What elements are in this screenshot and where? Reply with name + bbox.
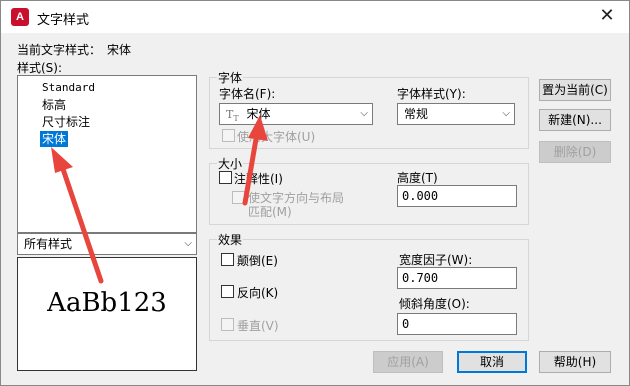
style-item-songti[interactable]: 宋体 <box>40 131 69 147</box>
current-style-value: 宋体 <box>107 43 132 57</box>
style-filter-dropdown[interactable]: 所有样式 ⌵ <box>17 233 197 255</box>
height-input[interactable]: 0.000 <box>397 185 517 207</box>
width-factor-input[interactable]: 0.700 <box>397 267 517 289</box>
oblique-angle-input[interactable]: 0 <box>397 313 517 335</box>
backwards-label: 反向(K) <box>237 286 279 300</box>
font-name-value: 宋体 <box>246 107 271 121</box>
styles-list-label: 样式(S): <box>17 61 63 75</box>
upside-down-label: 颠倒(E) <box>237 254 278 268</box>
upside-down-checkbox[interactable] <box>221 253 234 266</box>
font-style-value: 常规 <box>404 107 429 121</box>
style-item-dimension[interactable]: 尺寸标注 <box>40 114 92 130</box>
effects-group-label: 效果 <box>217 231 244 248</box>
apply-button[interactable]: 应用(A) <box>373 351 443 373</box>
match-orientation-checkbox[interactable] <box>232 191 245 204</box>
style-filter-value: 所有样式 <box>24 237 73 251</box>
close-icon: ✕ <box>599 5 615 26</box>
new-style-button[interactable]: 新建(N)... <box>539 109 611 131</box>
font-name-label: 字体名(F): <box>219 87 276 101</box>
height-label: 高度(T) <box>397 171 438 185</box>
autocad-app-icon: A <box>11 8 29 26</box>
current-style-label: 当前文字样式： <box>17 43 102 57</box>
styles-listbox[interactable]: Standard 标高 尺寸标注 宋体 <box>17 75 197 233</box>
font-name-dropdown[interactable]: TT 宋体 ⌵ <box>219 103 373 125</box>
vertical-label: 垂直(V) <box>237 319 279 333</box>
style-preview: AaBb123 <box>17 257 197 371</box>
font-style-label: 字体样式(Y): <box>397 87 466 101</box>
set-current-button[interactable]: 置为当前(C) <box>539 79 611 101</box>
delete-style-button[interactable]: 删除(D) <box>539 141 611 163</box>
match-orientation-label-line2: 匹配(M) <box>248 205 292 219</box>
use-big-font-checkbox[interactable] <box>222 129 235 142</box>
text-style-dialog: A 文字样式 ✕ 当前文字样式： 宋体 样式(S): Standard 标高 尺… <box>0 0 630 386</box>
window-title: 文字样式 <box>37 13 90 28</box>
width-factor-label: 宽度因子(W): <box>399 253 473 267</box>
preview-text: AaBb123 <box>47 288 167 318</box>
close-button[interactable]: ✕ <box>593 5 621 29</box>
annotative-checkbox[interactable] <box>219 171 232 184</box>
use-big-font-label: 使用大字体(U) <box>237 130 316 144</box>
chevron-down-icon: ⌵ <box>184 238 192 249</box>
chevron-down-icon: ⌵ <box>360 108 368 119</box>
help-button[interactable]: 帮助(H) <box>539 351 611 373</box>
title-bar: A 文字样式 ✕ <box>1 1 629 33</box>
style-item-standard[interactable]: Standard <box>40 80 97 96</box>
truetype-font-icon: TT <box>226 108 239 124</box>
font-group-label: 字体 <box>217 69 244 86</box>
cancel-button[interactable]: 取消 <box>457 351 527 373</box>
annotative-label: 注释性(I) <box>234 172 283 186</box>
vertical-checkbox[interactable] <box>221 318 234 331</box>
font-style-dropdown[interactable]: 常规 ⌵ <box>397 103 515 125</box>
chevron-down-icon: ⌵ <box>502 108 510 119</box>
backwards-checkbox[interactable] <box>221 285 234 298</box>
style-item-elevation[interactable]: 标高 <box>40 97 68 113</box>
oblique-angle-label: 倾斜角度(O): <box>399 297 470 311</box>
